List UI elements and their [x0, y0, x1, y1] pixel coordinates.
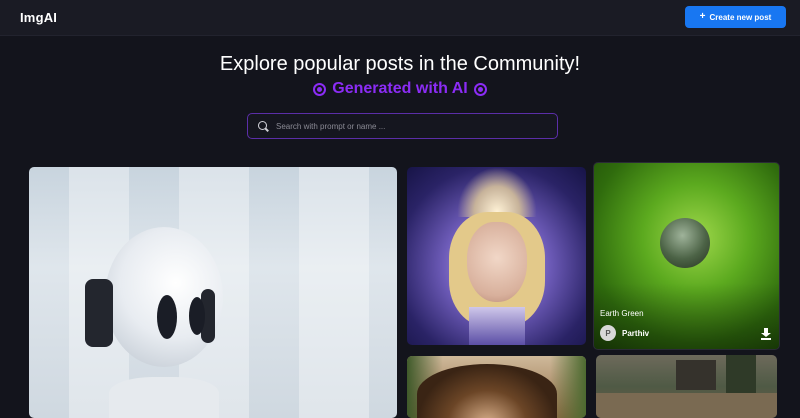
create-new-post-label: Create new post [709, 12, 772, 22]
page-subtitle: Generated with AI [0, 80, 800, 98]
post-card-woman[interactable] [407, 167, 586, 345]
face [467, 222, 527, 302]
search-input[interactable] [276, 121, 546, 131]
robot-eye-right [189, 297, 205, 335]
page-subtitle-text: Generated with AI [332, 80, 468, 97]
plus-icon: + [699, 11, 706, 22]
search-bar[interactable] [247, 113, 558, 139]
search-icon [258, 120, 269, 132]
robot-body [109, 377, 219, 418]
post-card-ruins[interactable] [596, 355, 777, 418]
download-icon-base [761, 338, 771, 340]
man-head [417, 364, 557, 418]
robot-headphone-left [85, 279, 113, 347]
water-droplet [660, 218, 710, 268]
create-new-post-button[interactable]: + Create new post [685, 6, 786, 28]
post-title: Earth Green [600, 309, 644, 318]
post-card-man[interactable] [407, 356, 586, 418]
author-name: Parthiv [622, 328, 650, 338]
radio-dot-icon [473, 82, 487, 96]
robot-eye-left [157, 295, 177, 339]
post-card-robot[interactable] [29, 167, 397, 418]
post-card-earth-green[interactable]: Earth Green P Parthiv [593, 162, 780, 350]
window-pane [299, 167, 369, 418]
radio-dot-icon [313, 82, 327, 96]
tree [726, 355, 756, 395]
app-logo[interactable]: ImgAI [20, 10, 57, 25]
building [676, 360, 716, 390]
post-author: P Parthiv [600, 325, 649, 341]
avatar: P [600, 325, 616, 341]
neck-armor [469, 307, 525, 345]
page-title: Explore popular posts in the Community! [219, 53, 581, 75]
top-navbar: ImgAI + Create new post [0, 0, 800, 36]
ground [596, 393, 777, 418]
crown-decoration [457, 167, 537, 217]
